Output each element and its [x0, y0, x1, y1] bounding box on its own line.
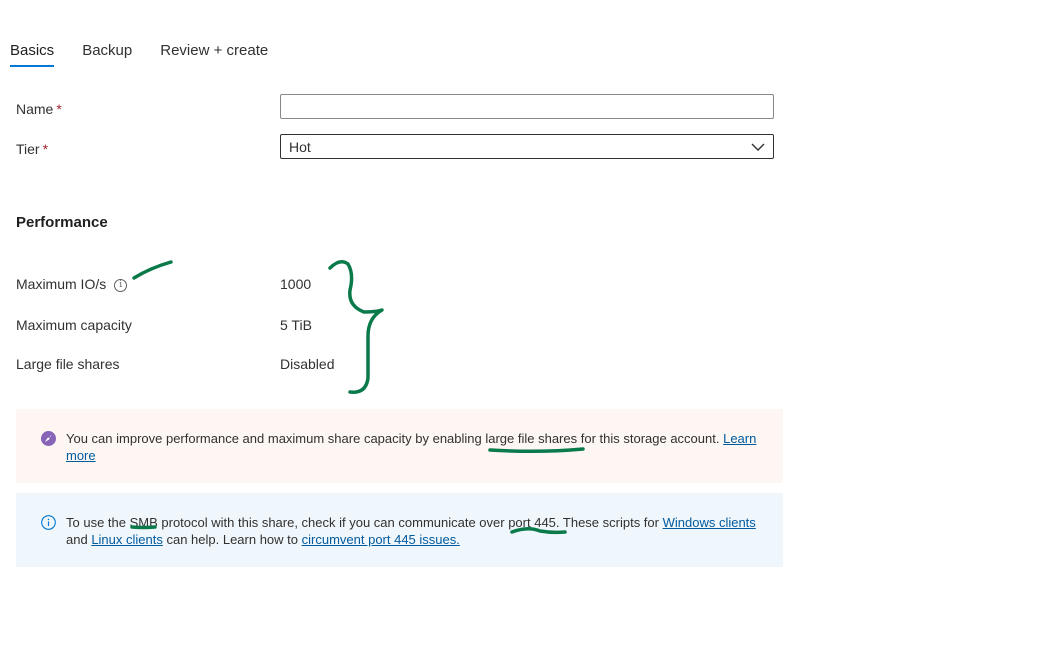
tier-label-text: Tier [16, 141, 40, 157]
name-label-text: Name [16, 101, 54, 117]
name-input[interactable] [280, 94, 774, 119]
tier-dropdown[interactable]: Hot [280, 134, 774, 159]
required-marker: * [56, 101, 62, 117]
max-iops-label: Maximum IO/s i [16, 276, 128, 292]
windows-clients-link[interactable]: Windows clients [663, 515, 756, 530]
annotation-brace [328, 260, 384, 394]
banner-text: can help. Learn how to [162, 532, 302, 547]
circumvent-port-445-link[interactable]: circumvent port 445 issues. [302, 532, 460, 547]
info-icon [41, 515, 56, 534]
chevron-down-icon [751, 139, 765, 155]
rocket-icon [41, 431, 56, 450]
tab-bar: Basics Backup Review + create [10, 42, 296, 67]
required-marker: * [42, 141, 49, 157]
annotation-tick [132, 260, 173, 280]
linux-clients-link[interactable]: Linux clients [91, 532, 163, 547]
large-file-shares-value: Disabled [280, 356, 335, 372]
max-capacity-label: Maximum capacity [16, 317, 132, 333]
tier-selected-value: Hot [289, 138, 311, 155]
banner-text: You can improve performance and maximum … [66, 431, 724, 446]
performance-heading: Performance [16, 214, 108, 231]
max-capacity-value: 5 TiB [280, 317, 312, 333]
banner-text: and [66, 532, 92, 547]
max-iops-value: 1000 [280, 276, 312, 292]
tab-backup[interactable]: Backup [82, 42, 132, 67]
tab-review-create[interactable]: Review + create [160, 42, 268, 67]
tab-basics[interactable]: Basics [10, 42, 55, 67]
tier-label: Tier * [16, 141, 48, 157]
max-iops-label-text: Maximum IO/s [16, 276, 107, 292]
smb-info-banner: To use the SMB protocol with this share,… [16, 493, 783, 567]
name-label: Name * [16, 101, 62, 117]
large-file-shares-label: Large file shares [16, 356, 120, 372]
large-file-shares-banner: You can improve performance and maximum … [16, 409, 783, 483]
info-icon[interactable]: i [114, 278, 128, 292]
banner-text: To use the SMB protocol with this share,… [66, 515, 663, 530]
